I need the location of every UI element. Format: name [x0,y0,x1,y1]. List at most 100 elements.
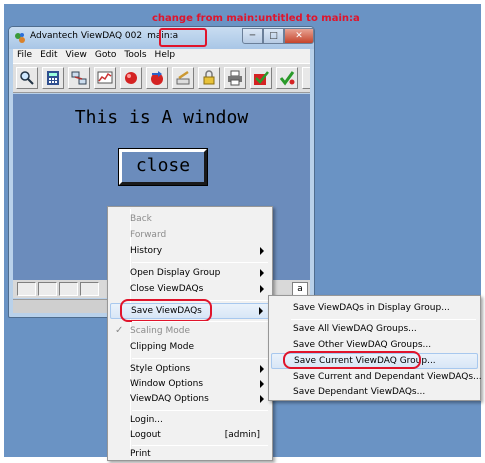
submenu-arrow-icon [260,365,264,373]
menu-item-label: Logout [130,430,161,440]
submenu-arrow-icon [260,247,264,255]
menu-item-history[interactable]: History [110,244,270,260]
red-check-button[interactable] [250,67,272,89]
minimize-icon: ─ [249,31,256,41]
menu-edit[interactable]: Edit [36,49,61,60]
menu-item-label: Open Display Group [130,268,221,278]
advantech-app-icon [15,33,25,43]
close-icon: ✕ [295,31,303,41]
network-button[interactable] [68,67,90,89]
menu-item-open-display-group[interactable]: Open Display Group [110,266,270,282]
menu-item-forward[interactable]: Forward [110,228,270,244]
status-cell [59,282,78,296]
green-check-icon [279,71,295,86]
network-icon [71,71,87,85]
submenu-arrow-icon [260,380,264,388]
menu-item-back[interactable]: Back [110,212,270,228]
red-check-icon [254,71,269,85]
menu-item-login[interactable]: Login... [110,413,270,429]
pen-button[interactable] [172,67,194,89]
logout-user-label: [admin] [224,430,260,440]
maximize-button[interactable]: □ [263,28,284,44]
status-cell [80,282,99,296]
window-label-text: This is A window [74,107,249,128]
calculator-button[interactable] [42,67,64,89]
window-title: Advantech ViewDAQ 002 main:a [30,31,180,41]
red-ball-icon [125,72,137,84]
toolbar-overflow-button[interactable] [302,67,310,89]
menu-item-label: Save All ViewDAQ Groups... [293,324,417,334]
menu-separator [132,321,268,322]
red-ball-arrow-button[interactable] [146,67,168,89]
menu-item-label: History [130,246,163,256]
printer-icon [228,70,242,86]
menu-item-label: Window Options [130,379,204,389]
chart-icon [97,71,113,84]
toolbar [13,63,310,93]
menu-item-label: Scaling Mode [130,326,190,336]
annotation-text: change from main:untitled to main:a [152,13,360,24]
menu-item-label: Forward [130,230,167,240]
menu-tools[interactable]: Tools [120,49,150,60]
submenu-item-save-dependant[interactable]: Save Dependant ViewDAQs... [271,385,478,401]
menu-item-window-options[interactable]: Window Options [110,377,270,393]
lock-button[interactable] [198,67,220,89]
menu-item-label: Style Options [130,364,191,374]
submenu-item-save-in-display-group[interactable]: Save ViewDAQs in Display Group... [271,301,478,317]
menu-item-label: Save Other ViewDAQ Groups... [293,340,432,350]
status-cell [17,282,36,296]
menu-item-style-options[interactable]: Style Options [110,362,270,378]
menu-bar: File Edit View Goto Tools Help [13,49,310,63]
submenu-arrow-icon [260,395,264,403]
maximize-icon: □ [269,31,278,41]
menu-item-label: Save ViewDAQs in Display Group... [293,303,450,313]
menu-item-label: Clipping Mode [130,342,195,352]
app-name: Advantech ViewDAQ 002 [30,31,143,41]
menu-view[interactable]: View [62,49,91,60]
minimize-button[interactable]: ─ [242,28,263,44]
status-cell [38,282,57,296]
chart-button[interactable] [94,67,116,89]
context-menu: Back Forward History Open Display Group … [107,206,273,461]
red-ball-button[interactable] [120,67,142,89]
menu-item-scaling-mode[interactable]: ✓ Scaling Mode [110,324,270,340]
menu-goto[interactable]: Goto [91,49,121,60]
menu-separator [132,358,268,359]
menu-item-logout[interactable]: Logout [admin] [110,428,270,444]
menu-separator [132,262,268,263]
save-viewdaqs-highlight-oval [120,299,212,322]
menu-item-label: ViewDAQ Options [130,394,209,404]
submenu-arrow-icon [260,269,264,277]
red-ball-arrow-icon [151,71,163,85]
green-check-button[interactable] [276,67,298,89]
menu-item-close-viewdaqs[interactable]: Close ViewDAQs [110,282,270,298]
menu-item-label: Save Current and Dependant ViewDAQs... [293,372,482,382]
submenu-arrow-icon [260,285,264,293]
menu-item-label: Close ViewDAQs [130,284,204,294]
check-icon: ✓ [115,325,124,336]
close-button[interactable]: close [119,149,207,185]
magnifier-button[interactable] [16,67,38,89]
menu-item-clipping-mode[interactable]: Clipping Mode [110,340,270,356]
submenu-arrow-icon [259,307,263,315]
title-bar[interactable]: Advantech ViewDAQ 002 main:a ─ □ ✕ [9,27,314,49]
close-window-button[interactable]: ✕ [284,28,314,44]
calculator-icon [47,71,59,85]
submenu-item-save-all-groups[interactable]: Save All ViewDAQ Groups... [271,322,478,338]
save-current-group-highlight-oval [283,351,421,369]
printer-button[interactable] [224,67,246,89]
menu-item-label: Print [130,449,151,459]
menu-item-label: Back [130,214,152,224]
pen-icon [176,70,190,85]
menu-item-viewdaq-options[interactable]: ViewDAQ Options [110,392,270,408]
menu-separator [291,319,476,320]
save-viewdaqs-submenu: Save ViewDAQs in Display Group... Save A… [268,295,482,401]
status-document-cell: a [292,282,308,296]
lock-icon [203,70,215,85]
menu-help[interactable]: Help [151,49,180,60]
menu-file[interactable]: File [13,49,36,60]
menu-item-label: Login... [130,415,163,425]
magnifier-icon [20,71,34,85]
title-highlight-oval [159,28,207,47]
submenu-item-save-current-and-dependant[interactable]: Save Current and Dependant ViewDAQs... [271,370,482,386]
